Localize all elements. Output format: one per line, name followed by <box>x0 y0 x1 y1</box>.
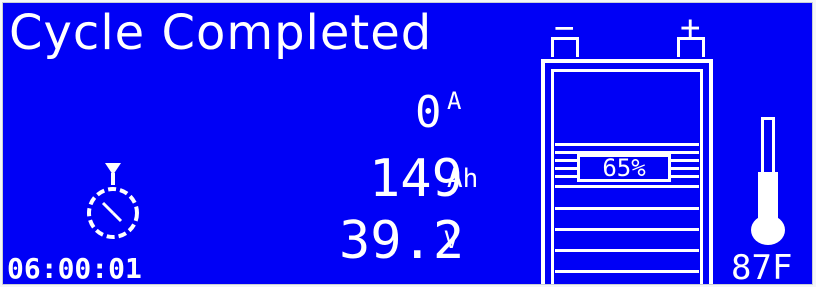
voltage-unit: V <box>444 226 459 254</box>
status-title: Cycle Completed <box>9 5 433 61</box>
temperature-reading: 87F <box>731 248 793 285</box>
positive-terminal <box>677 37 705 57</box>
current-unit: A <box>447 87 462 115</box>
charger-display: Cycle Completed 0 A 149 Ah 39.2 V 06:00:… <box>2 2 813 285</box>
thermometer-icon <box>751 117 785 245</box>
negative-terminal <box>551 37 579 57</box>
charge-percent-badge: 65% <box>577 154 671 182</box>
current-value: 0 <box>415 87 442 138</box>
stopwatch-icon <box>87 163 139 239</box>
elapsed-time: 06:00:01 <box>7 252 142 285</box>
capacity-unit: Ah <box>447 164 479 194</box>
